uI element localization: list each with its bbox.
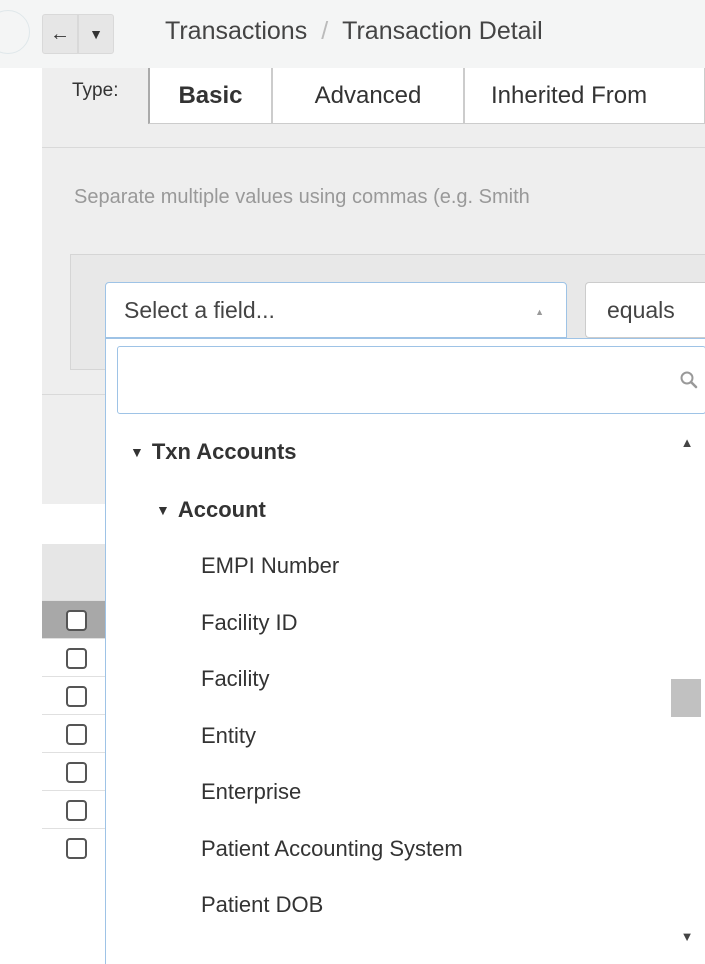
search-icon [680,371,698,389]
tab-advanced[interactable]: Advanced [272,68,464,124]
tree-option-entity[interactable]: Entity [201,723,256,749]
breadcrumb-item-transaction-detail: Transaction Detail [342,17,543,45]
tab-inherited-from[interactable]: Inherited From [464,68,705,124]
row-checkbox[interactable] [66,648,87,669]
table-row[interactable] [42,752,105,790]
field-select-value: Select a field... [124,296,275,323]
breadcrumb-item-transactions[interactable]: Transactions [165,17,307,46]
scroll-up-arrow-icon[interactable]: ▲ [668,435,705,450]
tree-option-empi-number[interactable]: EMPI Number [201,553,339,579]
operator-select-value: equals [607,296,675,323]
dropdown-search-input[interactable] [118,347,705,413]
type-label: Type: [72,80,119,101]
breadcrumb: Transactions / Transaction Detail [165,17,543,46]
history-dropdown-button[interactable]: ▼ [78,14,114,54]
row-checkbox[interactable] [66,724,87,745]
results-table [42,544,105,954]
tree-group-txn-accounts[interactable]: ▼ Txn Accounts [130,439,297,465]
table-row[interactable] [42,828,105,866]
row-checkbox[interactable] [66,800,87,821]
decorative-circle [0,10,30,54]
back-button[interactable]: ← [42,14,78,54]
table-row[interactable] [42,714,105,752]
scroll-down-arrow-icon[interactable]: ▼ [668,929,705,944]
row-checkbox[interactable] [66,762,87,783]
scrollbar-thumb[interactable] [671,679,701,717]
type-tab-row: Type: Basic Advanced Inherited From [42,68,705,148]
tree-group-label: Txn Accounts [151,439,297,464]
filter-hint-text: Separate multiple values using commas (e… [74,186,530,208]
dropdown-scrollbar[interactable]: ▲ ▼ [668,427,705,964]
dropdown-search [117,346,705,414]
tree-option-enterprise[interactable]: Enterprise [201,779,301,805]
row-checkbox[interactable] [66,610,87,631]
caret-up-icon: ▲ [535,307,544,317]
table-row[interactable] [42,790,105,828]
table-header [42,544,105,600]
table-row[interactable] [42,676,105,714]
tree-group-label: Account [177,497,266,522]
tree-option-facility[interactable]: Facility [201,666,269,692]
expand-triangle-icon: ▼ [130,444,144,460]
tree-option-patient-accounting-system[interactable]: Patient Accounting System [201,836,463,862]
tree-option-facility-id[interactable]: Facility ID [201,610,298,636]
expand-triangle-icon: ▼ [156,502,170,518]
breadcrumb-separator: / [321,17,329,45]
field-select[interactable]: Select a field... ▲ [105,282,567,338]
caret-down-icon: ▼ [89,26,103,42]
tab-basic[interactable]: Basic [148,68,272,124]
table-row[interactable] [42,638,105,676]
page-header: ← ▼ Transactions / Transaction Detail [0,0,705,68]
tree-group-account[interactable]: ▼ Account [156,497,266,523]
row-checkbox[interactable] [66,838,87,859]
field-dropdown: ▼ Txn Accounts ▼ Account EMPI Number Fac… [105,338,705,964]
table-row[interactable] [42,600,105,638]
operator-select[interactable]: equals [585,282,705,338]
arrow-left-icon: ← [50,22,70,45]
tree-option-patient-dob[interactable]: Patient DOB [201,892,323,918]
row-checkbox[interactable] [66,686,87,707]
